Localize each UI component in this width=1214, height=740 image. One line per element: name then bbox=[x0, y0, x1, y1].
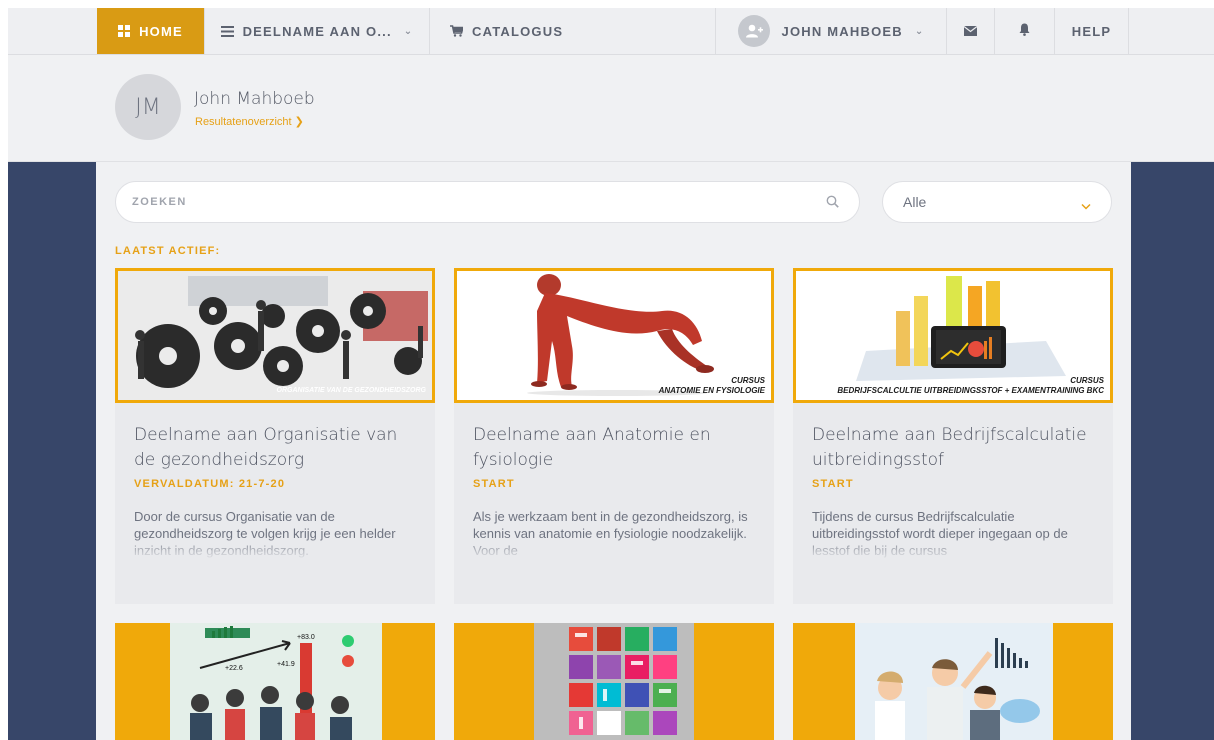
course-card[interactable] bbox=[454, 623, 774, 740]
number-tiles-image bbox=[534, 623, 694, 740]
course-caption: ORGANISATIE VAN DE GEZONDHEIDSZORG bbox=[276, 387, 426, 394]
nav-help-label: HELP bbox=[1071, 23, 1112, 39]
avatar: JM bbox=[115, 74, 181, 140]
course-caption: CURSUS ANATOMIE EN FYSIOLOGIE bbox=[659, 376, 765, 396]
course-caption: CURSUS BEDRIJFSCALCULTIE UITBREIDINGSSTO… bbox=[837, 376, 1104, 396]
nav-deelname-dropdown[interactable]: DEELNAME AAN O... ⌄ bbox=[204, 8, 429, 54]
list-icon bbox=[220, 25, 234, 37]
left-background-band bbox=[8, 162, 96, 740]
course-card[interactable]: +83.0 +41.9 +22.6 bbox=[115, 623, 435, 740]
filter-select-value: Alle bbox=[903, 194, 927, 210]
nav-home[interactable]: HOME bbox=[97, 8, 204, 54]
course-caption-top: CURSUS bbox=[1070, 376, 1104, 385]
nav-user-label: JOHN MAHBOEB bbox=[781, 23, 903, 39]
nav-home-label: HOME bbox=[139, 23, 183, 39]
course-status: VERVALDATUM: 21-7-20 bbox=[134, 478, 286, 490]
course-description: Door de cursus Organisatie van de gezond… bbox=[134, 509, 396, 558]
chevron-down-icon: ⌄ bbox=[914, 25, 925, 37]
course-status: START bbox=[812, 478, 854, 490]
course-card[interactable] bbox=[793, 623, 1113, 740]
course-caption-bottom: ANATOMIE EN FYSIOLOGIE bbox=[658, 386, 765, 395]
course-card[interactable]: ORGANISATIE VAN DE GEZONDHEIDSZORG Deeln… bbox=[115, 268, 435, 604]
nav-messages[interactable] bbox=[946, 8, 994, 54]
course-title: Deelname aan Organisatie van de gezondhe… bbox=[134, 425, 398, 470]
course-thumbnail: CURSUS BEDRIJFSCALCULTIE UITBREIDINGSSTO… bbox=[793, 268, 1113, 403]
top-navigation: HOME DEELNAME AAN O... ⌄ CATALOGUS JOHN … bbox=[8, 8, 1214, 55]
team-celebration-image bbox=[855, 623, 1053, 740]
search-input[interactable] bbox=[132, 182, 812, 222]
course-description: Als je werkzaam bent in de gezondheidszo… bbox=[473, 509, 748, 558]
course-card[interactable]: CURSUS BEDRIJFSCALCULTIE UITBREIDINGSSTO… bbox=[793, 268, 1113, 604]
right-background-band bbox=[1131, 162, 1214, 740]
chevron-right-icon: ❯ bbox=[294, 116, 304, 128]
course-title: Deelname aan Anatomie en fysiologie bbox=[473, 425, 711, 470]
recent-activity-heading: LAATST ACTIEF: bbox=[115, 245, 221, 257]
course-thumbnail: ORGANISATIE VAN DE GEZONDHEIDSZORG bbox=[115, 268, 435, 403]
business-charts-image: CURSUS BEDRIJFSCALCULTIE UITBREIDINGSSTO… bbox=[796, 271, 1110, 400]
nav-catalogus[interactable]: CATALOGUS bbox=[429, 8, 715, 54]
chevron-down-icon: ⌄ bbox=[403, 25, 414, 37]
course-caption-top: CURSUS bbox=[731, 376, 765, 385]
course-title: Deelname aan Bedrijfscalculatie uitbreid… bbox=[812, 425, 1087, 470]
nav-deelname-label: DEELNAME AAN O... bbox=[242, 23, 392, 39]
chart-label-3: +22.6 bbox=[225, 665, 243, 672]
gears-collage-image: ORGANISATIE VAN DE GEZONDHEIDSZORG bbox=[118, 271, 432, 400]
envelope-icon bbox=[963, 24, 978, 39]
chart-label-2: +41.9 bbox=[277, 661, 295, 668]
nav-help[interactable]: HELP bbox=[1054, 8, 1129, 54]
grid-icon bbox=[118, 25, 131, 37]
user-add-icon bbox=[737, 15, 770, 47]
filter-select[interactable]: Alle bbox=[882, 181, 1112, 223]
course-description: Tijdens de cursus Bedrijfscalculatie uit… bbox=[812, 509, 1068, 558]
main-content: Alle LAATST ACTIEF: bbox=[96, 162, 1131, 740]
course-thumbnail: CURSUS ANATOMIE EN FYSIOLOGIE bbox=[454, 268, 774, 403]
course-status: START bbox=[473, 478, 515, 490]
results-overview-link[interactable]: Resultatenoverzicht ❯ bbox=[195, 115, 304, 128]
cart-icon bbox=[450, 25, 463, 37]
nav-notifications[interactable] bbox=[994, 8, 1054, 54]
profile-header: JM John Mahboeb Resultatenoverzicht ❯ bbox=[8, 55, 1214, 162]
bell-icon bbox=[1019, 23, 1030, 39]
course-card[interactable]: CURSUS ANATOMIE EN FYSIOLOGIE Deelname a… bbox=[454, 268, 774, 604]
meeting-charts-image: +83.0 +41.9 +22.6 bbox=[170, 623, 382, 740]
search-bar bbox=[115, 181, 860, 223]
chart-label-1: +83.0 bbox=[297, 634, 315, 641]
chevron-down-icon bbox=[1081, 197, 1091, 215]
anatomy-figure-image: CURSUS ANATOMIE EN FYSIOLOGIE bbox=[457, 271, 771, 400]
search-icon[interactable] bbox=[826, 195, 839, 213]
nav-catalogus-label: CATALOGUS bbox=[472, 23, 564, 39]
nav-user-menu[interactable]: JOHN MAHBOEB ⌄ bbox=[715, 8, 946, 54]
results-overview-label: Resultatenoverzicht bbox=[195, 116, 292, 128]
profile-name: John Mahboeb bbox=[194, 89, 315, 109]
course-caption-bottom: BEDRIJFSCALCULTIE UITBREIDINGSSTOF + EXA… bbox=[837, 386, 1104, 395]
